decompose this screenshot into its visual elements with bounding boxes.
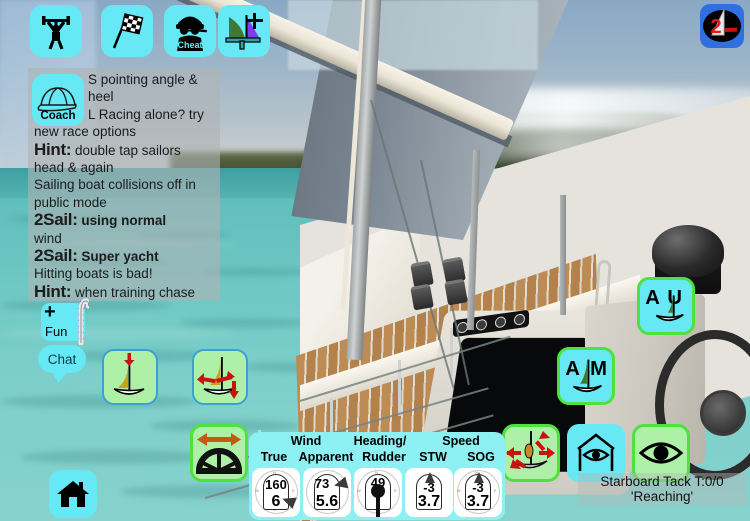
race-button[interactable]	[101, 5, 153, 57]
label-a: A	[565, 358, 580, 380]
coach-line-text: double tap sailors	[74, 142, 181, 158]
logo-label: 2	[710, 16, 721, 38]
coach-line: Hitting boats is bad!	[34, 266, 153, 282]
sail-down-arrow-icon	[113, 353, 145, 395]
coach-line: Hint: double tap sailors	[34, 139, 215, 159]
coach-line-text: when training chase	[74, 284, 196, 300]
coach-line-label: 2Sail:	[34, 210, 78, 230]
stw-value: 3.7	[417, 493, 441, 510]
hud-overlay: Cheat 2 S pointing angle & heel L Racing…	[0, 0, 750, 521]
home-button[interactable]	[49, 470, 97, 518]
chat-label: Chat	[47, 351, 77, 367]
cheat-button[interactable]: Cheat	[164, 5, 216, 57]
header-stw: STW	[419, 450, 447, 464]
training-button[interactable]	[30, 5, 82, 57]
chat-button[interactable]: Chat	[38, 345, 86, 373]
auto-mainsail-button[interactable]: A M	[557, 347, 615, 405]
coach-line-text: using normal	[81, 213, 167, 229]
add-sailboat-icon	[225, 13, 263, 50]
point-of-sail: 'Reaching'	[630, 489, 694, 504]
instrument-panel: Wind Heading/ Speed True Apparent Rudder…	[249, 432, 505, 520]
coach-label: Coach	[40, 110, 76, 122]
cheat-label: Cheat	[177, 40, 202, 50]
auto-mainsail-icon: A M	[565, 358, 607, 393]
coach-line-label: Hint:	[34, 281, 72, 301]
coach-line: Hint: when training chase	[34, 283, 215, 301]
sailboat-logo-icon: 2	[703, 9, 741, 42]
stw-gauge[interactable]: -3 3.7	[405, 468, 453, 517]
label-u: U	[667, 287, 682, 309]
coach-line-text: Super yacht	[81, 249, 159, 265]
weightlifter-icon	[42, 16, 70, 50]
label-m: M	[590, 358, 607, 380]
house-eye-icon	[577, 433, 615, 471]
app-logo-button[interactable]: 2	[700, 4, 744, 48]
speech-bubble-icon	[52, 371, 68, 383]
trim-arrows-icon	[506, 431, 555, 469]
header-speed: Speed	[442, 434, 480, 448]
status-badge: Starboard Tack T:0/0 'Reaching'	[578, 473, 746, 505]
auto-upwind-icon: A U	[645, 287, 684, 322]
eye-icon	[638, 442, 684, 464]
sail-adjust-button[interactable]	[192, 349, 248, 405]
steering-wheel-icon	[195, 433, 243, 474]
coach-line: 2Sail: using normal	[34, 211, 215, 229]
candy-cane-icon[interactable]	[73, 297, 89, 345]
coach-line-label: Hint:	[34, 139, 72, 159]
coach-line: Sailing boat collisions off in	[34, 177, 196, 193]
checkered-flag-icon	[112, 13, 144, 49]
helm-button[interactable]	[190, 424, 248, 482]
heading-rudder-gauge[interactable]: N E S W 49	[354, 468, 402, 517]
coach-line: head & again	[34, 160, 114, 176]
true-wind-angle: 160	[265, 477, 287, 492]
sail-trim-button[interactable]	[102, 349, 158, 405]
coach-line: public mode	[34, 194, 107, 210]
fun-label: Fun	[45, 324, 68, 339]
cap-icon	[37, 87, 77, 112]
true-wind-gauge[interactable]: N E S W 160 6	[252, 468, 300, 517]
coach-line-label: 2Sail:	[34, 246, 78, 266]
apparent-wind-speed: 5.6	[315, 493, 339, 510]
header-true: True	[260, 450, 288, 464]
header-rudder: Rudder	[362, 450, 406, 464]
rudder-knob	[371, 484, 385, 498]
add-boat-button[interactable]	[218, 5, 270, 57]
coach-button[interactable]: Coach	[32, 74, 84, 126]
tack-line: Starboard Tack T:0/0	[600, 474, 724, 489]
cheat-face-icon: Cheat	[176, 16, 207, 51]
label-a: A	[645, 287, 660, 309]
auto-upwind-button[interactable]: A U	[637, 277, 695, 335]
coach-line: wind	[34, 230, 62, 246]
plus-icon: +	[44, 301, 56, 323]
sail-arrows-icon	[197, 357, 239, 399]
trim-all-button[interactable]	[502, 424, 560, 482]
instrument-headers: Wind Heading/ Speed True Apparent Rudder…	[249, 434, 505, 468]
sog-value: 3.7	[466, 493, 490, 510]
header-apparent: Apparent	[298, 450, 354, 464]
header-sog: SOG	[467, 450, 495, 464]
apparent-wind-gauge[interactable]: 73 5.6	[303, 468, 351, 517]
header-wind: Wind	[290, 434, 322, 448]
header-heading: Heading/	[353, 434, 407, 448]
coach-line: 2Sail: Super yacht	[34, 247, 215, 265]
sog-gauge[interactable]: N E S W -3 3.7	[454, 468, 502, 517]
game-screen: Cheat 2 S pointing angle & heel L Racing…	[0, 0, 750, 521]
house-icon	[57, 481, 89, 507]
